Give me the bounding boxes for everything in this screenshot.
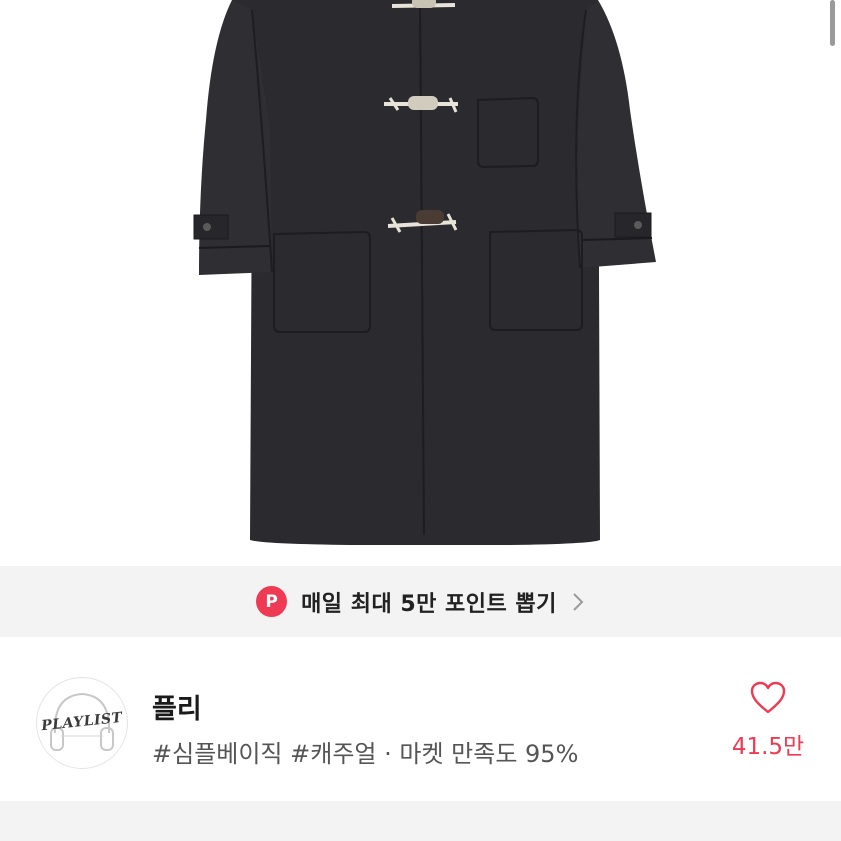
promo-text: 매일 최대 5만 포인트 뽑기: [301, 591, 557, 617]
seller-name[interactable]: 플리: [152, 687, 202, 726]
seller-avatar[interactable]: PLAYLIST: [36, 677, 128, 769]
scrollbar-thumb[interactable]: [830, 0, 835, 46]
like-button[interactable]: 41.5만: [722, 681, 814, 761]
section-divider: [0, 801, 841, 841]
seller-tags-satisfaction: #심플베이직 #캐주얼 · 마켓 만족도 95%: [152, 740, 579, 768]
seller-info: PLAYLIST 플리 #심플베이직 #캐주얼 · 마켓 만족도 95% 41.…: [0, 637, 841, 801]
point-badge-icon: P: [256, 586, 288, 617]
like-count: 41.5만: [731, 734, 805, 760]
product-image[interactable]: [0, 0, 841, 566]
heart-icon: [750, 681, 786, 714]
chevron-right-icon: [573, 592, 584, 611]
point-promo-banner[interactable]: P 매일 최대 5만 포인트 뽑기: [0, 566, 841, 637]
product-detail-page: P 매일 최대 5만 포인트 뽑기 PLAYLIST 플리 #심플베이직 #캐주…: [0, 0, 841, 841]
duffle-coat-illustration: [193, 0, 656, 545]
